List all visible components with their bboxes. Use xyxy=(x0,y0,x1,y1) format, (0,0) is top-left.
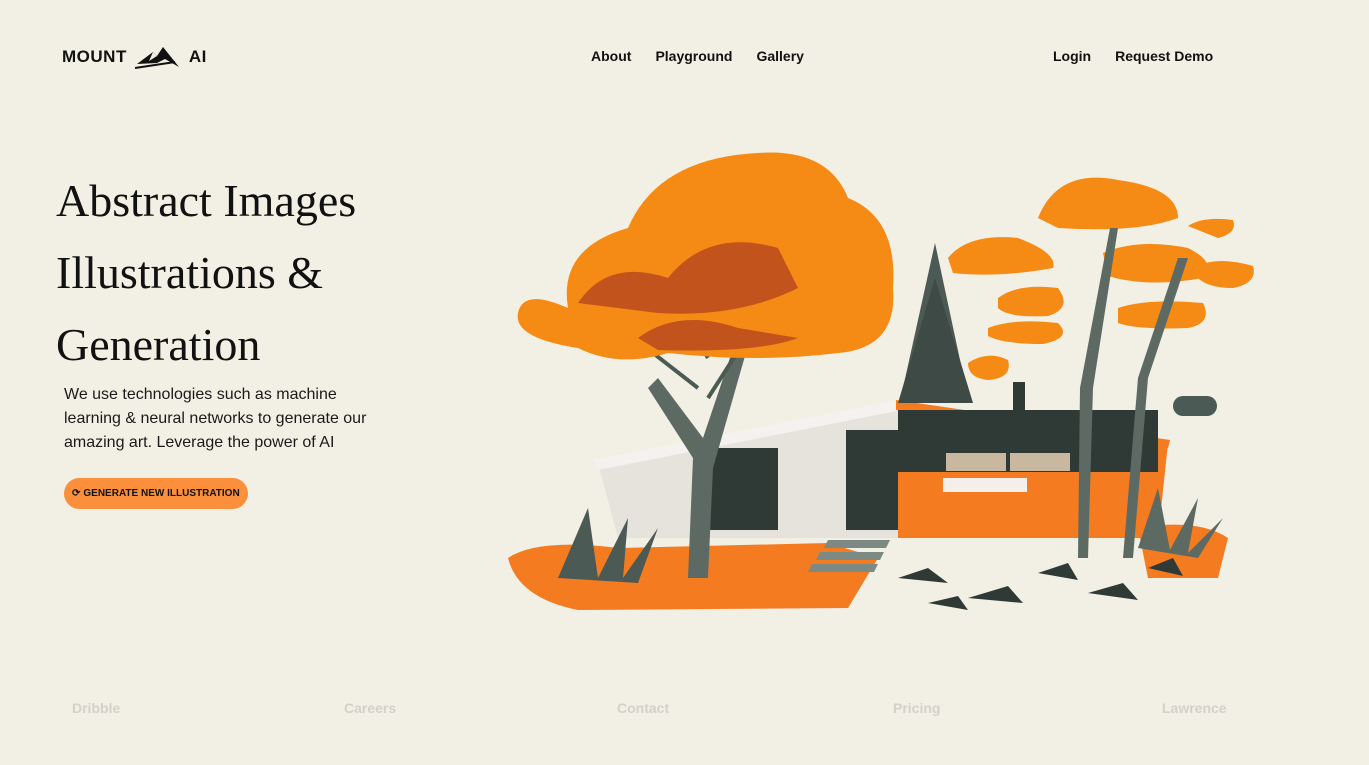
footer-link-careers[interactable]: Careers xyxy=(344,700,396,716)
hero-title: Abstract Images Illustrations & Generati… xyxy=(56,165,476,381)
footer-link-lawrence[interactable]: Lawrence xyxy=(1162,700,1227,716)
nav-login[interactable]: Login xyxy=(1053,48,1091,64)
nav-about[interactable]: About xyxy=(591,48,631,64)
hero-title-line-3: Generation xyxy=(56,319,261,370)
nav-playground[interactable]: Playground xyxy=(655,48,732,64)
footer-link-contact[interactable]: Contact xyxy=(617,700,669,716)
nav-request-demo[interactable]: Request Demo xyxy=(1115,48,1213,64)
generate-illustration-label: GENERATE NEW ILLUSTRATION xyxy=(83,488,240,499)
footer-link-pricing[interactable]: Pricing xyxy=(893,700,940,716)
brand-name-right: AI xyxy=(188,47,207,66)
nav-gallery[interactable]: Gallery xyxy=(756,48,803,64)
refresh-icon: ⟳ xyxy=(72,488,81,499)
generate-illustration-button[interactable]: ⟳ GENERATE NEW ILLUSTRATION xyxy=(64,478,248,509)
main-nav: About Playground Gallery xyxy=(591,48,804,64)
mountain-icon xyxy=(134,47,179,69)
hero-description: We use technologies such as machine lear… xyxy=(64,386,367,451)
brand-logo[interactable]: MOUNT AI xyxy=(62,44,207,70)
hero-title-line-1: Abstract Images xyxy=(56,175,357,226)
hero-title-line-2: Illustrations & xyxy=(56,247,324,298)
footer-link-dribble[interactable]: Dribble xyxy=(72,700,120,716)
hero-illustration xyxy=(508,152,1254,610)
account-nav: Login Request Demo xyxy=(1053,48,1213,64)
brand-name-left: MOUNT xyxy=(62,47,127,66)
